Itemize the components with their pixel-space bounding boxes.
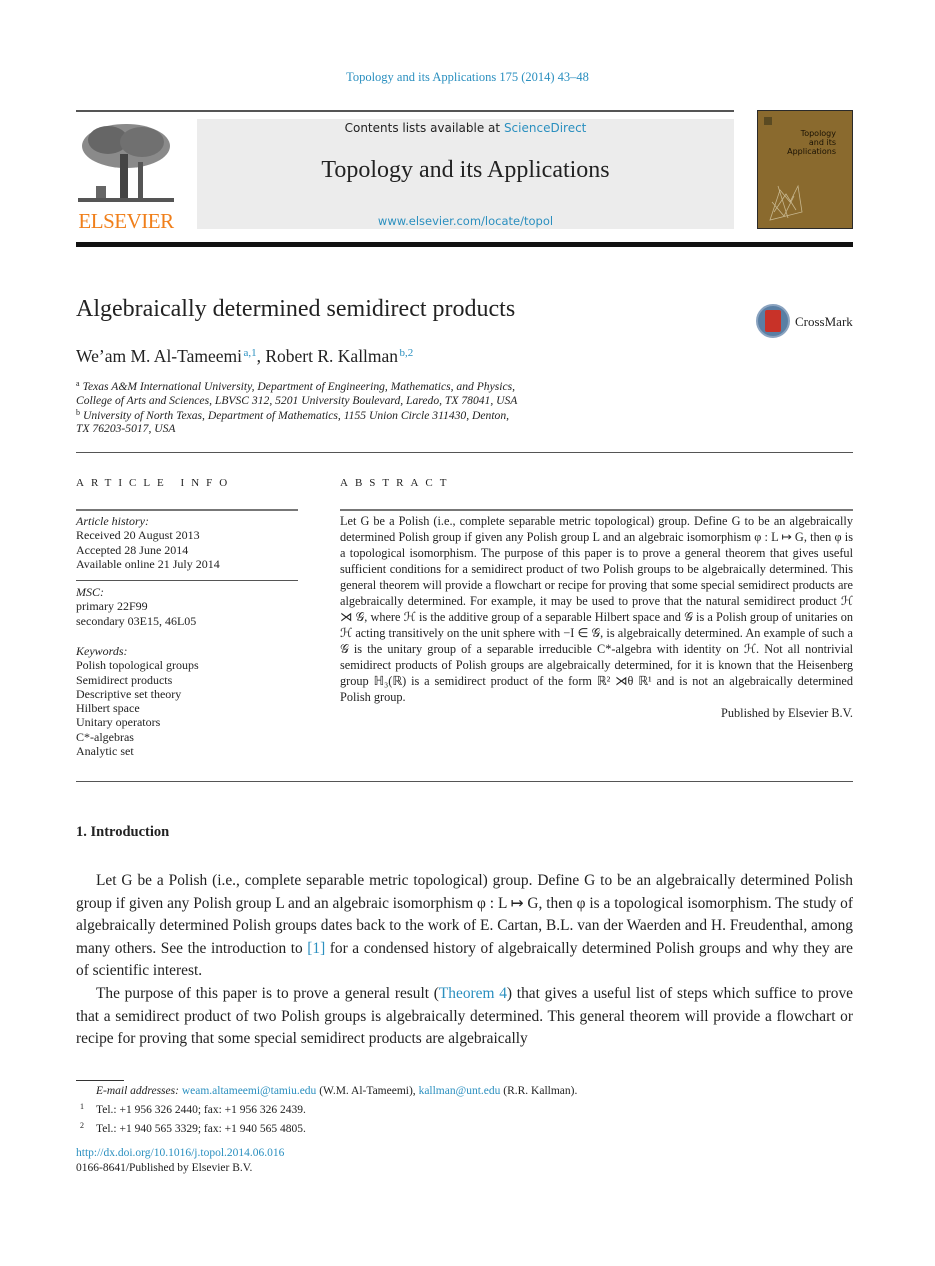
sciencedirect-link[interactable]: ScienceDirect [504,121,586,135]
section-heading-introduction: 1. Introduction [76,824,170,840]
crossmark-icon [756,304,790,338]
author-list: We’am M. Al-Tameemi a,1, Robert R. Kallm… [76,346,413,367]
article-info-rule [76,509,298,511]
abstract-end-divider [76,781,853,782]
email-link-kallman[interactable]: kallman@unt.edu [419,1085,501,1097]
author-name[interactable]: We’am M. Al-Tameemi [76,346,242,366]
history-online: Available online 21 July 2014 [76,556,220,571]
affiliation-mark: a [76,379,80,388]
cover-title-line: and its [808,138,836,147]
footnote-mark: 2 [80,1121,84,1130]
keyword-item: Semidirect products [76,672,173,687]
cover-title-line: Topology [800,129,836,138]
keyword-item: Polish topological groups [76,658,199,673]
affiliation-divider [76,452,853,453]
header-top-rule [76,110,734,112]
footnote-rule [76,1080,124,1081]
abstract-text: Let G be a Polish (i.e., complete separa… [340,514,853,704]
crossmark-label: CrossMark [795,314,853,329]
history-received: Received 20 August 2013 [76,528,200,543]
affiliation-a-line1: a Texas A&M International University, Dep… [76,379,515,393]
email-label: E-mail addresses: [96,1085,179,1097]
msc-primary: primary 22F99 [76,599,148,614]
author-affiliation-marks[interactable]: a,1 [243,347,256,359]
contents-prefix: Contents lists available at [344,121,504,135]
affiliation-text: Texas A&M International University, Depa… [82,380,516,393]
affiliation-b-line1: b University of North Texas, Department o… [76,408,509,422]
footnotes: E-mail addresses: weam.altameemi@tamiu.e… [76,1084,577,1137]
cover-artwork-icon [769,184,803,221]
banner-journal-title: Topology and its Applications [321,157,610,183]
email-link-altameemi[interactable]: weam.altameemi@tamiu.edu [182,1085,317,1097]
elsevier-wordmark: ELSEVIER [78,209,174,233]
issn-line: 0166-8641/Published by Elsevier B.V. [76,1162,253,1174]
crossmark-button[interactable]: CrossMark [756,304,856,340]
cover-title: Topology and its Applications [787,129,836,156]
msc-secondary: secondary 03E15, 46L05 [76,613,197,628]
journal-homepage-link[interactable]: www.elsevier.com/locate/topol [197,214,734,228]
footnote-text: Tel.: +1 940 565 3329; fax: +1 940 565 4… [96,1123,306,1135]
header-heavy-rule [76,242,853,247]
keyword-item: Unitary operators [76,715,161,730]
keyword-item: Analytic set [76,744,134,759]
keyword-item: Descriptive set theory [76,686,182,701]
journal-banner: Contents lists available at ScienceDirec… [197,119,734,229]
affiliation-a-line2: College of Arts and Sciences, LBVSC 312,… [76,394,518,407]
footnote-emails: E-mail addresses: weam.altameemi@tamiu.e… [76,1084,577,1099]
keywords-label: Keywords: [76,644,128,658]
cover-publisher-mark [764,117,772,125]
history-accepted: Accepted 28 June 2014 [76,542,189,557]
keywords: Keywords: Polish topological groups Semi… [76,644,298,758]
elsevier-logo: ELSEVIER [76,120,176,232]
affiliation-text: University of North Texas, Department of… [83,409,510,422]
footnote-text: Tel.: +1 956 326 2440; fax: +1 956 326 2… [96,1104,306,1116]
abstract-body: Let G be a Polish (i.e., complete separa… [340,513,853,721]
elsevier-tree-icon [78,124,174,202]
theorem-4-link[interactable]: Theorem 4 [439,985,507,1002]
doi-block: http://dx.doi.org/10.1016/j.topol.2014.0… [76,1146,284,1176]
affiliation-b-line2: TX 76203-5017, USA [76,422,176,435]
msc-label: MSC: [76,585,104,599]
email-owner: (W.M. Al-Tameemi), [316,1085,419,1097]
abstract-rule [340,509,853,511]
doi-link[interactable]: http://dx.doi.org/10.1016/j.topol.2014.0… [76,1146,284,1161]
author-affiliation-marks[interactable]: b,2 [400,347,414,359]
history-label: Article history: [76,514,149,528]
abstract-published-by: Published by Elsevier B.V. [721,706,853,720]
intro-paragraph-1: Let G be a Polish (i.e., complete separa… [76,870,853,983]
footnote-2: 2 Tel.: +1 940 565 3329; fax: +1 940 565 … [76,1118,577,1137]
intro-paragraph-2: The purpose of this paper is to prove a … [76,983,853,1051]
reference-link-1[interactable]: [1] [307,940,325,957]
journal-reference-link[interactable]: Topology and its Applications 175 (2014)… [0,70,935,85]
keyword-item: C*-algebras [76,729,134,744]
msc-codes: MSC: primary 22F99 secondary 03E15, 46L0… [76,585,298,628]
journal-cover-image[interactable]: Topology and its Applications [757,110,853,229]
author-name[interactable]: Robert R. Kallman [265,346,398,366]
cover-title-line: Applications [787,147,836,156]
abstract-heading: ABSTRACT [340,477,454,489]
contents-line: Contents lists available at ScienceDirec… [197,121,734,135]
email-owner: (R.R. Kallman). [500,1085,578,1097]
article-title: Algebraically determined semidirect prod… [76,296,516,322]
history-divider [76,580,298,581]
paragraph-text: The purpose of this paper is to prove a … [96,985,439,1002]
article-info-heading: ARTICLE INFO [76,477,235,489]
keyword-item: Hilbert space [76,701,140,716]
article-history: Article history: Received 20 August 2013… [76,514,298,571]
affiliation-mark: b [76,408,80,417]
footnote-mark: 1 [80,1102,84,1111]
footnote-1: 1 Tel.: +1 956 326 2440; fax: +1 956 326 … [76,1099,577,1118]
